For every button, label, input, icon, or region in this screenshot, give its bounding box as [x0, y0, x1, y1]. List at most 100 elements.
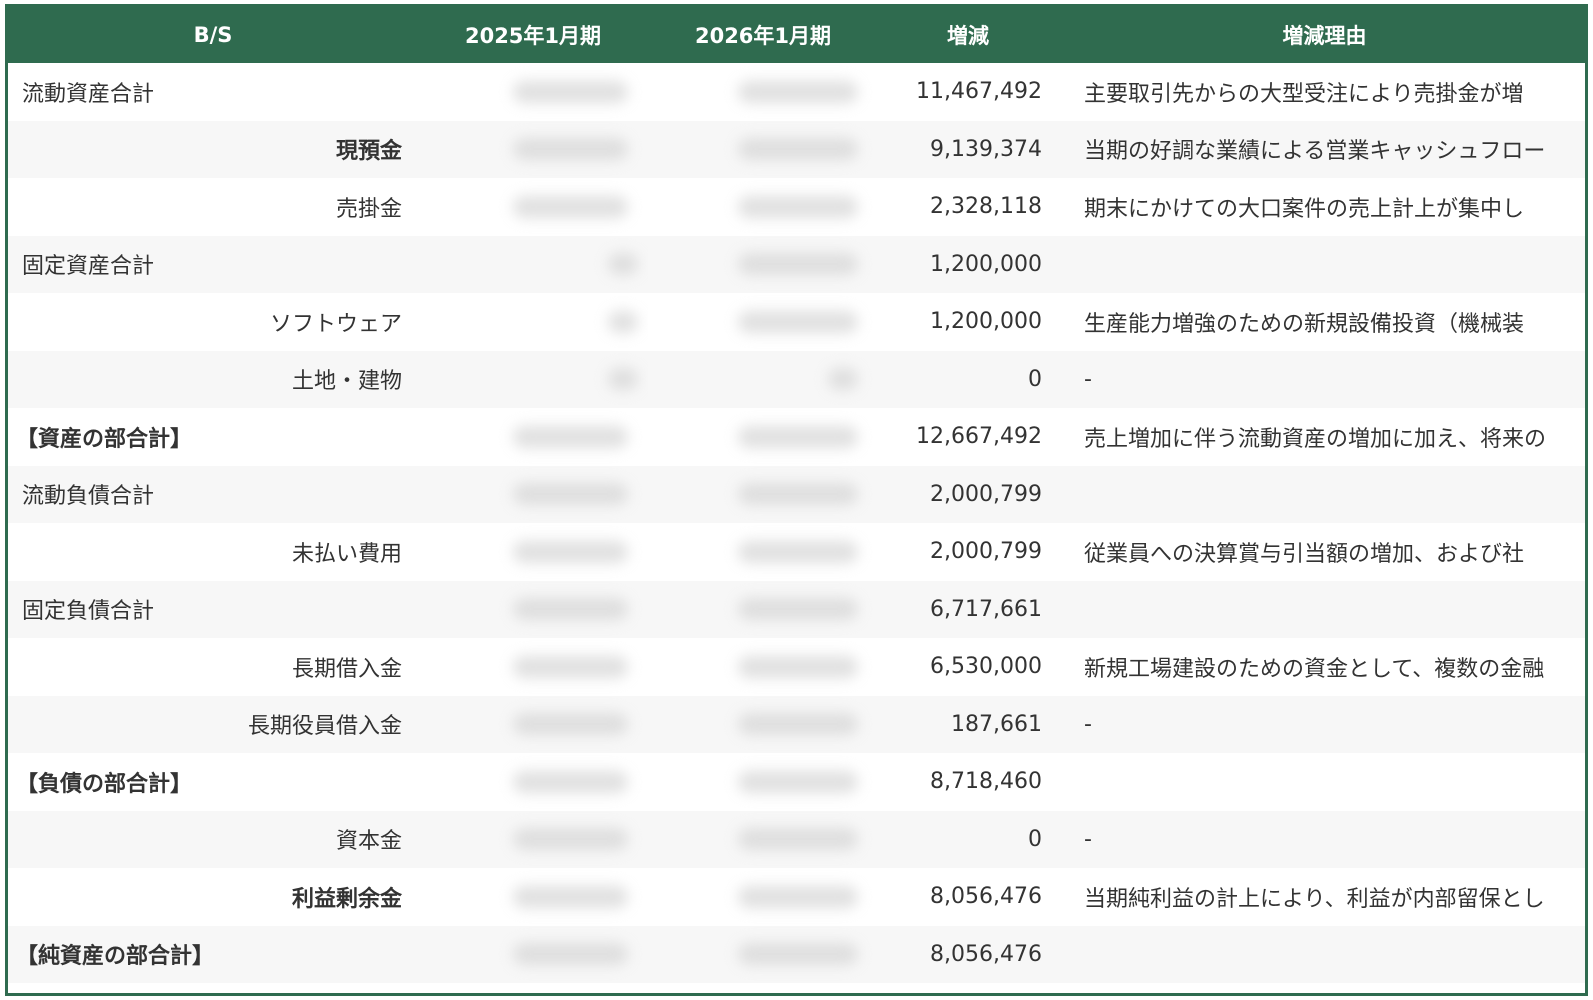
row-label: ソフトウェア: [269, 311, 402, 337]
table-row: 長期役員借入金 187,661 -: [8, 695, 1585, 754]
fy2025-value-redacted: [418, 178, 648, 236]
header-fy2026: 2026年1月期: [694, 24, 832, 48]
balance-sheet-frame: B/S 2025年1月期 2026年1月期 増減 増減理由 流動資産合計 11,…: [5, 4, 1588, 996]
fy2025-value-redacted: [418, 926, 648, 984]
fy2026-value-redacted: [648, 811, 878, 869]
fy2026-value-redacted: [648, 351, 878, 409]
change-reason: 新規工場建設のための資金として、複数の金融: [1084, 656, 1545, 682]
header-row: B/S 2025年1月期 2026年1月期 増減 増減理由: [8, 7, 1585, 63]
change-value: 9,139,374: [930, 136, 1042, 162]
fy2025-value-redacted: [418, 293, 648, 351]
row-label: 【負債の部合計】: [16, 771, 193, 797]
fy2026-value-redacted: [648, 523, 878, 581]
change-reason: 主要取引先からの大型受注により売掛金が増: [1084, 81, 1524, 107]
table-row: 長期借入金 6,530,000 新規工場建設のための資金として、複数の金融: [8, 638, 1585, 696]
change-value: 1,200,000: [930, 251, 1042, 277]
change-value: 8,056,476: [930, 941, 1042, 967]
change-value: 6,717,661: [930, 596, 1042, 622]
row-label: 未払い費用: [291, 541, 402, 567]
row-label: 現預金: [335, 139, 402, 165]
row-label: 土地・建物: [291, 369, 402, 395]
fy2025-value-redacted: [418, 523, 648, 581]
change-reason: -: [1084, 711, 1092, 737]
change-value: 1,200,000: [930, 309, 1042, 335]
table-row: 売掛金 2,328,118 期末にかけての大口案件の売上計上が集中し: [8, 178, 1585, 236]
table-row: 【純資産の部合計】 8,056,476: [8, 925, 1585, 984]
table-row: ソフトウェア 1,200,000 生産能力増強のための新規設備投資（機械装: [8, 293, 1585, 351]
change-value: 8,056,476: [930, 884, 1042, 910]
change-reason: -: [1084, 826, 1092, 852]
table-row: 未払い費用 2,000,799 従業員への決算賞与引当額の増加、および社: [8, 523, 1585, 581]
row-label: 資本金: [335, 829, 402, 855]
change-value: 187,661: [951, 711, 1042, 737]
row-label: 固定負債合計: [22, 599, 155, 625]
change-reason: 生産能力増強のための新規設備投資（機械装: [1084, 311, 1525, 337]
fy2026-value-redacted: [648, 293, 878, 351]
row-label: 売掛金: [335, 196, 402, 222]
fy2025-value-redacted: [418, 121, 648, 179]
change-value: 0: [1028, 826, 1042, 852]
header-fy2025: 2025年1月期: [464, 24, 602, 48]
change-reason: 売上増加に伴う流動資産の増加に加え、将来の: [1084, 426, 1547, 452]
header-change: 増減: [947, 24, 989, 48]
fy2026-value-redacted: [648, 121, 878, 179]
fy2026-value-redacted: [648, 408, 878, 466]
table-row: 【資産の部合計】 12,667,492 売上増加に伴う流動資産の増加に加え、将来…: [8, 408, 1585, 466]
table-row: 利益剰余金 8,056,476 当期純利益の計上により、利益が内部留保とし: [8, 868, 1585, 926]
change-reason: 当期純利益の計上により、利益が内部留保とし: [1084, 886, 1545, 912]
row-label: 流動資産合計: [22, 81, 155, 107]
row-label: 長期借入金: [291, 656, 402, 682]
change-value: 2,000,799: [930, 539, 1042, 565]
change-value: 6,530,000: [930, 654, 1042, 680]
fy2026-value-redacted: [648, 868, 878, 926]
row-label: 【純資産の部合計】: [16, 944, 215, 970]
fy2026-value-redacted: [648, 466, 878, 524]
fy2026-value-redacted: [648, 926, 878, 984]
row-label: 流動負債合計: [22, 484, 155, 510]
table-row: 【負債の部合計】 8,718,460: [8, 753, 1585, 811]
fy2025-value-redacted: [418, 63, 648, 121]
table-row: 現預金 9,139,374 当期の好調な業績による営業キャッシュフロー: [8, 120, 1585, 179]
fy2025-value-redacted: [418, 868, 648, 926]
table-row: 流動資産合計 11,467,492 主要取引先からの大型受注により売掛金が増: [8, 63, 1585, 121]
balance-sheet-table: B/S 2025年1月期 2026年1月期 増減 増減理由 流動資産合計 11,…: [8, 7, 1585, 984]
change-value: 11,467,492: [916, 79, 1042, 105]
change-reason: [1058, 466, 1585, 524]
change-reason: [1058, 581, 1585, 639]
row-label: 利益剰余金: [291, 886, 402, 912]
fy2025-value-redacted: [418, 638, 648, 696]
change-reason: [1058, 753, 1585, 811]
header-bs: B/S: [193, 23, 233, 47]
fy2025-value-redacted: [418, 408, 648, 466]
fy2025-value-redacted: [418, 811, 648, 869]
table-row: 土地・建物 0 -: [8, 350, 1585, 409]
change-reason: [1058, 926, 1585, 984]
table-row: 固定資産合計 1,200,000: [8, 235, 1585, 294]
fy2026-value-redacted: [648, 63, 878, 121]
table-row: 資本金 0 -: [8, 810, 1585, 869]
fy2025-value-redacted: [418, 236, 648, 294]
fy2026-value-redacted: [648, 178, 878, 236]
table-row: 固定負債合計 6,717,661: [8, 580, 1585, 639]
change-reason: [1058, 236, 1585, 294]
change-value: 8,718,460: [930, 769, 1042, 795]
fy2026-value-redacted: [648, 638, 878, 696]
fy2026-value-redacted: [648, 236, 878, 294]
fy2025-value-redacted: [418, 696, 648, 754]
table-row: 流動負債合計 2,000,799: [8, 465, 1585, 524]
row-label: 長期役員借入金: [247, 714, 402, 740]
change-reason: -: [1084, 366, 1092, 392]
fy2025-value-redacted: [418, 351, 648, 409]
fy2026-value-redacted: [648, 753, 878, 811]
change-value: 12,667,492: [916, 424, 1042, 450]
row-label: 固定資産合計: [22, 254, 155, 280]
change-value: 2,000,799: [930, 481, 1042, 507]
header-reason: 増減理由: [1282, 24, 1367, 48]
change-value: 2,328,118: [930, 194, 1042, 220]
fy2026-value-redacted: [648, 696, 878, 754]
change-reason: 期末にかけての大口案件の売上計上が集中し: [1084, 196, 1525, 222]
fy2025-value-redacted: [418, 581, 648, 639]
change-reason: 当期の好調な業績による営業キャッシュフロー: [1084, 139, 1546, 165]
change-reason: 従業員への決算賞与引当額の増加、および社: [1084, 541, 1525, 567]
fy2026-value-redacted: [648, 581, 878, 639]
